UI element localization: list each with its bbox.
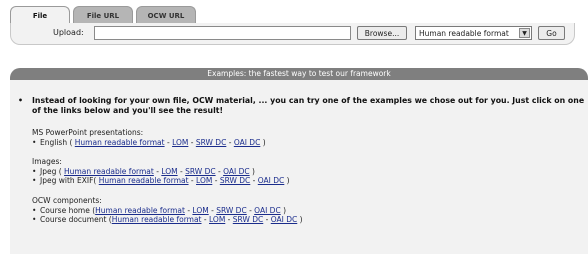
link-lom[interactable]: LOM — [192, 206, 208, 215]
format-select-value: Human readable format — [419, 28, 509, 38]
intro-text: • Instead of looking for your own file, … — [18, 96, 587, 116]
chevron-down-icon[interactable]: ▼ — [519, 28, 530, 38]
group-title: Images: — [32, 157, 62, 166]
file-path-input[interactable] — [94, 26, 351, 40]
link-lom[interactable]: LOM — [161, 167, 177, 176]
group-powerpoint: MS PowerPoint presentations: English ( H… — [32, 128, 266, 147]
link-oai-dc[interactable]: OAI DC — [254, 206, 281, 215]
tab-file[interactable]: File — [10, 6, 70, 24]
link-oai-dc[interactable]: OAI DC — [223, 167, 250, 176]
link-human-readable[interactable]: Human readable format — [75, 138, 165, 147]
list-item: Course home (Human readable format - LOM… — [32, 206, 303, 216]
link-srw-dc[interactable]: SRW DC — [220, 176, 250, 185]
tab-bar: File File URL OCW URL — [10, 6, 196, 24]
link-human-readable[interactable]: Human readable format — [99, 176, 189, 185]
link-srw-dc[interactable]: SRW DC — [196, 138, 226, 147]
link-lom[interactable]: LOM — [196, 176, 212, 185]
link-human-readable[interactable]: Human readable format — [112, 215, 202, 224]
link-srw-dc[interactable]: SRW DC — [216, 206, 246, 215]
link-oai-dc[interactable]: OAI DC — [258, 176, 285, 185]
link-human-readable[interactable]: Human readable format — [95, 206, 185, 215]
link-srw-dc[interactable]: SRW DC — [185, 167, 215, 176]
link-lom[interactable]: LOM — [209, 215, 225, 224]
list-item: English ( Human readable format - LOM - … — [32, 138, 266, 148]
upload-panel: Upload: Browse... Human readable format … — [10, 23, 575, 45]
browse-button[interactable]: Browse... — [357, 26, 407, 40]
link-srw-dc[interactable]: SRW DC — [233, 215, 263, 224]
list-item: Course document (Human readable format -… — [32, 215, 303, 225]
link-oai-dc[interactable]: OAI DC — [271, 215, 298, 224]
group-title: OCW components: — [32, 196, 102, 205]
tab-ocw-url[interactable]: OCW URL — [136, 6, 196, 24]
list-item: Jpeg ( Human readable format - LOM - SRW… — [32, 167, 290, 177]
list-item: Jpeg with EXIF( Human readable format - … — [32, 176, 290, 186]
go-button[interactable]: Go — [538, 26, 565, 40]
group-title: MS PowerPoint presentations: — [32, 128, 144, 137]
bullet-icon: • — [18, 96, 23, 105]
examples-panel: Examples: the fastest way to test our fr… — [10, 68, 588, 254]
tab-file-url[interactable]: File URL — [73, 6, 133, 24]
link-human-readable[interactable]: Human readable format — [64, 167, 154, 176]
link-oai-dc[interactable]: OAI DC — [234, 138, 261, 147]
group-ocw-components: OCW components: Course home (Human reada… — [32, 196, 303, 225]
link-lom[interactable]: LOM — [172, 138, 188, 147]
examples-header: Examples: the fastest way to test our fr… — [10, 68, 588, 80]
intro-label: Instead of looking for your own file, OC… — [32, 96, 585, 115]
upload-label: Upload: — [53, 28, 84, 37]
format-select[interactable]: Human readable format ▼ — [415, 26, 532, 40]
group-images: Images: Jpeg ( Human readable format - L… — [32, 157, 290, 186]
